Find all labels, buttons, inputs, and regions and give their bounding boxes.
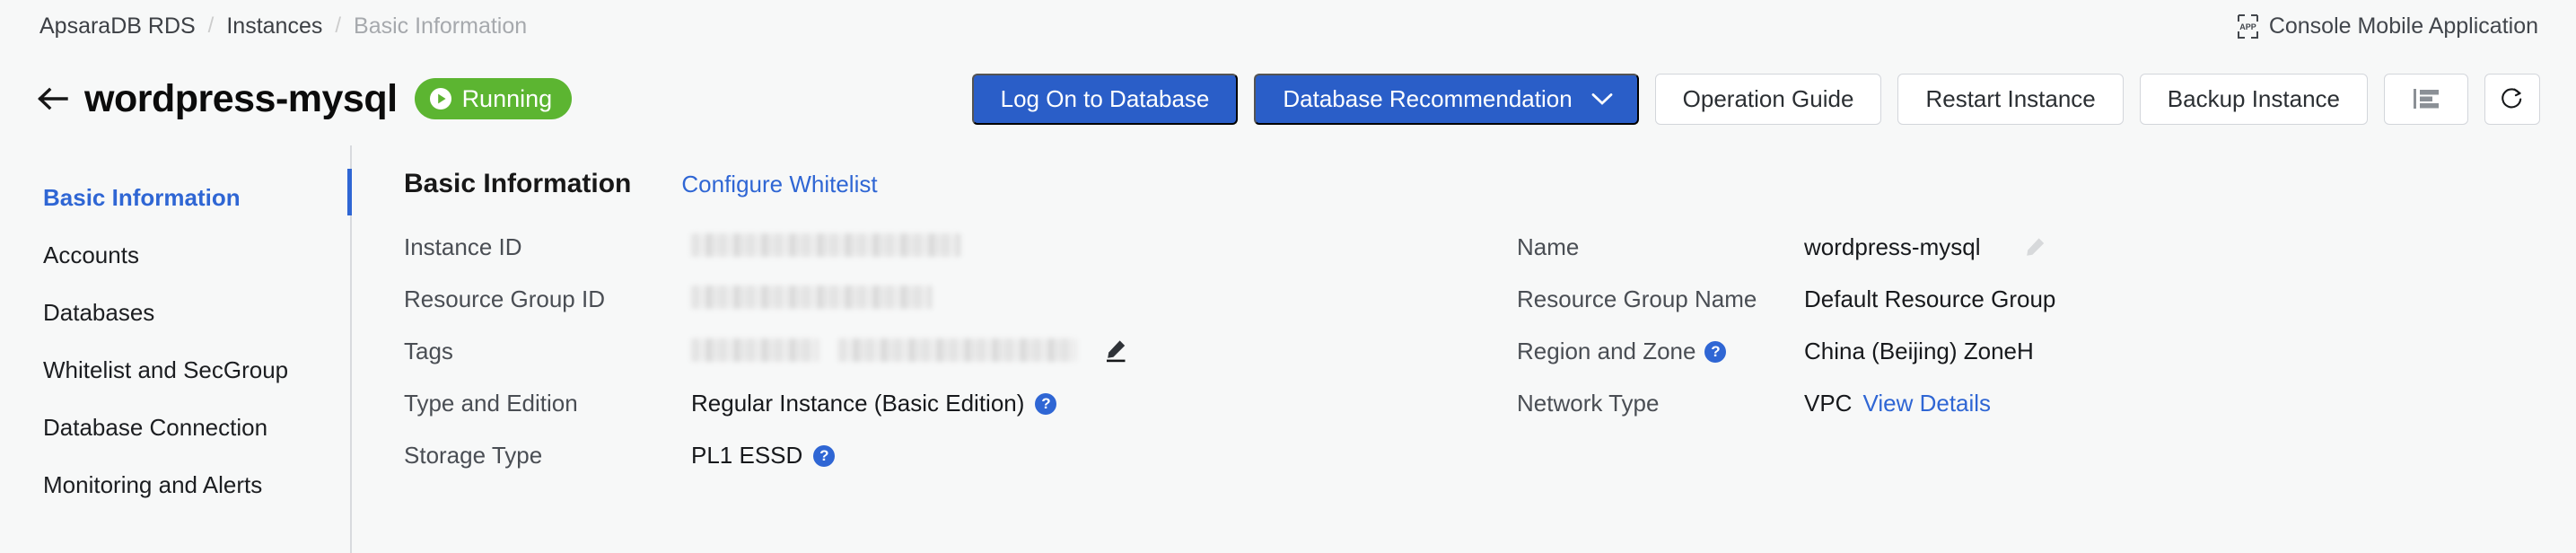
field-value: Default Resource Group bbox=[1804, 284, 2055, 313]
console-mobile-application-link[interactable]: APP Console Mobile Application bbox=[2237, 13, 2538, 40]
view-details-link[interactable]: View Details bbox=[1862, 390, 1991, 417]
refresh-icon bbox=[2500, 86, 2525, 111]
field-value-text: Default Resource Group bbox=[1804, 285, 2055, 313]
field-network-type: Network Type VPC View Details bbox=[1517, 388, 2504, 440]
help-icon[interactable]: ? bbox=[1035, 393, 1056, 415]
configure-whitelist-link[interactable]: Configure Whitelist bbox=[681, 171, 877, 198]
field-type-and-edition: Type and Edition Regular Instance (Basic… bbox=[404, 388, 1517, 440]
field-storage-type: Storage Type PL1 ESSD ? bbox=[404, 440, 1517, 492]
refresh-button[interactable] bbox=[2484, 74, 2540, 125]
sidebar-item-database-connection[interactable]: Database Connection bbox=[0, 399, 352, 456]
edit-pencil-icon[interactable] bbox=[1103, 338, 1128, 363]
sidebar: Basic Information Accounts Databases Whi… bbox=[0, 145, 352, 553]
chevron-down-icon bbox=[1590, 92, 1614, 106]
field-value bbox=[691, 232, 960, 257]
top-bar: ApsaraDB RDS / Instances / Basic Informa… bbox=[0, 0, 2576, 52]
field-value-text: China (Beijing) ZoneH bbox=[1804, 338, 2034, 365]
field-resource-group-name: Resource Group Name Default Resource Gro… bbox=[1517, 284, 2504, 336]
content-header: Basic Information Configure Whitelist bbox=[404, 169, 2576, 199]
status-badge: Running bbox=[415, 78, 573, 119]
page-body: Basic Information Accounts Databases Whi… bbox=[0, 145, 2576, 553]
help-icon[interactable]: ? bbox=[813, 445, 835, 467]
field-label: Name bbox=[1517, 232, 1804, 261]
field-label: Resource Group Name bbox=[1517, 284, 1804, 313]
field-instance-id: Instance ID bbox=[404, 232, 1517, 284]
breadcrumb-item-apsaradb-rds[interactable]: ApsaraDB RDS bbox=[39, 13, 196, 40]
app-icon: APP bbox=[2237, 14, 2259, 39]
back-arrow-icon[interactable] bbox=[34, 80, 72, 118]
breadcrumb: ApsaraDB RDS / Instances / Basic Informa… bbox=[39, 13, 527, 40]
redacted-tag-value bbox=[838, 338, 1076, 362]
field-value-text: wordpress-mysql bbox=[1804, 233, 1981, 261]
field-value: VPC View Details bbox=[1804, 388, 1991, 417]
field-value-text: PL1 ESSD bbox=[691, 442, 802, 470]
field-label: Resource Group ID bbox=[404, 284, 691, 313]
field-value-text: Regular Instance (Basic Edition) bbox=[691, 390, 1024, 417]
field-label: Storage Type bbox=[404, 440, 691, 470]
page-title: wordpress-mysql bbox=[84, 77, 398, 121]
field-value: China (Beijing) ZoneH bbox=[1804, 336, 2034, 365]
content-panel: Basic Information Configure Whitelist In… bbox=[352, 145, 2576, 553]
operation-guide-button[interactable]: Operation Guide bbox=[1655, 74, 1882, 125]
breadcrumb-item-instances[interactable]: Instances bbox=[226, 13, 322, 40]
field-label: Region and Zone ? bbox=[1517, 336, 1804, 365]
field-region-and-zone: Region and Zone ? China (Beijing) ZoneH bbox=[1517, 336, 2504, 388]
sidebar-item-accounts[interactable]: Accounts bbox=[0, 226, 352, 284]
field-label: Type and Edition bbox=[404, 388, 691, 417]
details-column-right: Name wordpress-mysql Resource Group Name bbox=[1517, 232, 2504, 492]
backup-instance-button[interactable]: Backup Instance bbox=[2140, 74, 2368, 125]
redacted-resource-group-id bbox=[691, 285, 932, 309]
field-tags: Tags bbox=[404, 336, 1517, 388]
status-badge-label: Running bbox=[462, 85, 553, 113]
log-on-to-database-button[interactable]: Log On to Database bbox=[972, 74, 1239, 125]
redacted-instance-id bbox=[691, 233, 960, 257]
redacted-tag-key bbox=[691, 338, 819, 362]
database-recommendation-label: Database Recommendation bbox=[1283, 85, 1572, 113]
field-value: PL1 ESSD ? bbox=[691, 440, 835, 470]
field-value-text: VPC bbox=[1804, 390, 1852, 417]
breadcrumb-item-basic-information: Basic Information bbox=[354, 13, 527, 40]
list-view-button[interactable] bbox=[2384, 74, 2468, 125]
page-header: wordpress-mysql Running Log On to Databa… bbox=[0, 52, 2576, 145]
field-resource-group-id: Resource Group ID bbox=[404, 284, 1517, 336]
field-name: Name wordpress-mysql bbox=[1517, 232, 2504, 284]
sidebar-item-basic-information[interactable]: Basic Information bbox=[0, 169, 352, 226]
content-title: Basic Information bbox=[404, 169, 631, 199]
details-grid: Instance ID Resource Group ID Tags bbox=[404, 232, 2576, 492]
sidebar-item-monitoring-and-alerts[interactable]: Monitoring and Alerts bbox=[0, 456, 352, 514]
redacted-tags bbox=[691, 338, 1076, 362]
field-label: Instance ID bbox=[404, 232, 691, 261]
edit-pencil-icon[interactable] bbox=[2022, 235, 2047, 260]
header-action-buttons: Log On to Database Database Recommendati… bbox=[972, 74, 2540, 125]
list-icon bbox=[2413, 87, 2440, 110]
field-label: Network Type bbox=[1517, 388, 1804, 417]
svg-text:APP: APP bbox=[2239, 22, 2256, 31]
sidebar-item-databases[interactable]: Databases bbox=[0, 284, 352, 341]
field-value bbox=[691, 336, 1128, 363]
play-circle-icon bbox=[429, 87, 452, 110]
field-label: Tags bbox=[404, 336, 691, 365]
database-recommendation-button[interactable]: Database Recommendation bbox=[1254, 74, 1638, 125]
sidebar-item-whitelist-and-secgroup[interactable]: Whitelist and SecGroup bbox=[0, 341, 352, 399]
console-mobile-application-label: Console Mobile Application bbox=[2269, 13, 2538, 40]
breadcrumb-separator: / bbox=[208, 13, 215, 39]
details-column-left: Instance ID Resource Group ID Tags bbox=[404, 232, 1517, 492]
breadcrumb-separator: / bbox=[335, 13, 341, 39]
field-value: Regular Instance (Basic Edition) ? bbox=[691, 388, 1056, 417]
help-icon[interactable]: ? bbox=[1704, 341, 1726, 363]
field-label-text: Region and Zone bbox=[1517, 338, 1695, 365]
sidebar-active-indicator bbox=[347, 169, 352, 215]
field-value bbox=[691, 284, 932, 309]
field-value: wordpress-mysql bbox=[1804, 232, 2047, 261]
restart-instance-button[interactable]: Restart Instance bbox=[1897, 74, 2123, 125]
